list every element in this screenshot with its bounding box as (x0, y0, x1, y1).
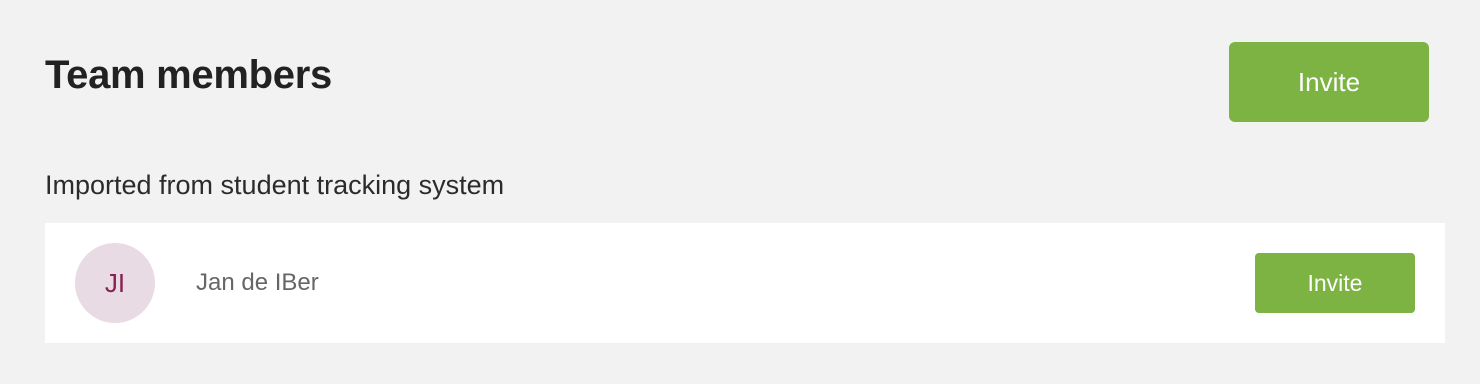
section-heading: Imported from student tracking system (45, 170, 505, 200)
member-list: JI Jan de IBer Invite (45, 223, 1445, 343)
member-invite-button[interactable]: Invite (1255, 253, 1415, 313)
page-title: Team members (45, 53, 332, 97)
member-name: Jan de IBer (196, 269, 319, 296)
invite-button[interactable]: Invite (1229, 42, 1429, 122)
avatar: JI (75, 243, 155, 323)
member-row: JI Jan de IBer Invite (45, 223, 1445, 343)
